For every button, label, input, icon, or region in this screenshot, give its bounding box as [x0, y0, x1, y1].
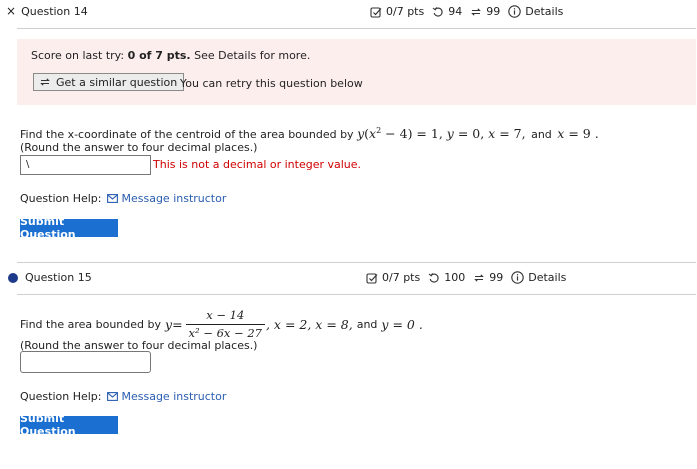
attempts-icon [474, 273, 485, 282]
q14-retries: 94 [448, 5, 463, 18]
q15-submit-button[interactable]: Submit Question [20, 412, 118, 438]
mail-icon [107, 392, 119, 401]
q14-details-link[interactable]: Details [525, 5, 563, 18]
q14-points: 0/7 pts [386, 5, 425, 18]
q15-divider [17, 294, 696, 295]
q15-message-instructor-link[interactable]: Message instructor [107, 390, 226, 403]
q15-retries: 100 [444, 271, 466, 284]
q14-attempts: 99 [486, 5, 501, 18]
score-check-icon [370, 6, 382, 18]
close-icon[interactable]: × [6, 5, 16, 17]
q14-title: Question 14 [21, 5, 88, 18]
q15-points: 0/7 pts [382, 271, 421, 284]
q14-help: Question Help: Message instructor [20, 192, 227, 205]
mail-icon [107, 194, 119, 203]
q15-fraction: x − 14 x² − 6x − 27 [185, 307, 265, 340]
attempts-icon [471, 7, 482, 16]
q14-round-note: (Round the answer to four decimal places… [20, 141, 258, 154]
q15-title: Question 15 [25, 271, 92, 284]
retry-icon [432, 6, 443, 17]
q14-meta: 0/7 pts 94 99 Details [370, 5, 563, 18]
q15-meta: 0/7 pts 100 99 Details [366, 271, 566, 284]
q14-header[interactable]: × Question 14 [6, 5, 88, 18]
q14-prompt: Find the x-coordinate of the centroid of… [20, 126, 599, 142]
q14-message-instructor-link[interactable]: Message instructor [107, 192, 226, 205]
refresh-icon [40, 78, 50, 86]
q14-equation: y(x2 − 4) = 1, y = 0, x = 7, [357, 126, 526, 142]
score-check-icon [366, 272, 378, 284]
q15-divider-top [17, 262, 696, 263]
q14-divider [17, 28, 696, 29]
fraction-numerator: x − 14 [206, 307, 245, 322]
similar-question-button[interactable]: Get a similar question [33, 73, 185, 91]
q15-attempts: 99 [489, 271, 504, 284]
info-icon[interactable] [511, 271, 524, 284]
q15-prompt: Find the area bounded by y = x − 14 x² −… [20, 307, 423, 340]
q15-help: Question Help: Message instructor [20, 390, 227, 403]
q15-answer-input[interactable] [20, 351, 151, 373]
info-icon[interactable] [508, 5, 521, 18]
score-last-try: Score on last try: 0 of 7 pts. See Detai… [31, 49, 311, 62]
q14-error-message: This is not a decimal or integer value. [153, 158, 362, 171]
retry-icon [428, 272, 439, 283]
fraction-denominator: x² − 6x − 27 [188, 325, 262, 340]
current-question-bullet-icon [8, 272, 18, 283]
q15-details-link[interactable]: Details [528, 271, 566, 284]
q15-header[interactable]: Question 15 [8, 271, 92, 284]
score-value: 0 of 7 pts. [127, 49, 191, 62]
retry-note: You can retry this question below [180, 77, 363, 90]
q14-submit-button[interactable]: Submit Question [20, 215, 118, 241]
fraction-bar [185, 323, 265, 325]
q14-answer-input[interactable]: \ [20, 155, 151, 175]
